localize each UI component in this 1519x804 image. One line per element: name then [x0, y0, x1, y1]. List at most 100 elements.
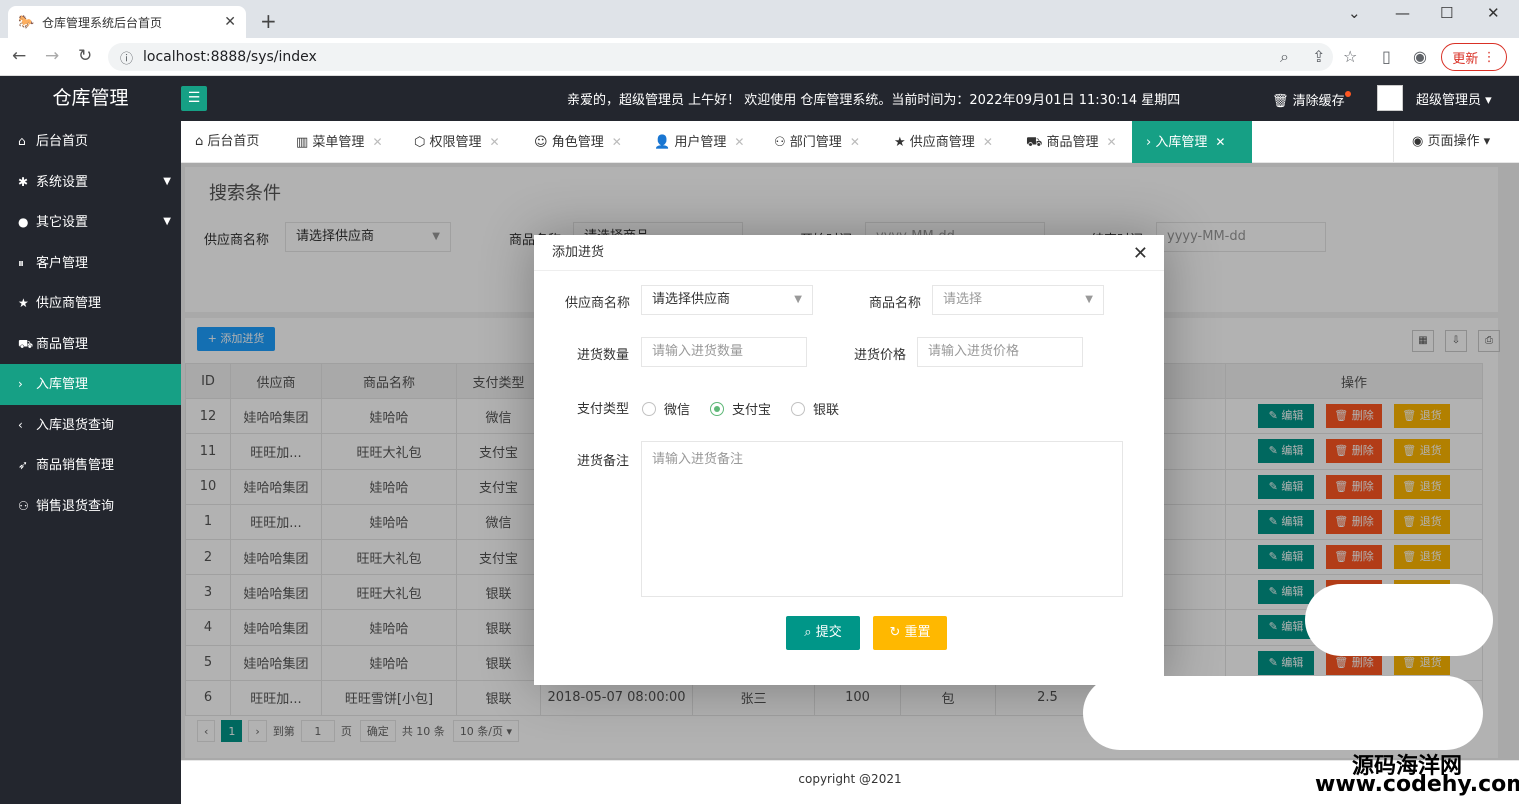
gear-icon: ✱ [18, 174, 29, 189]
tab-label: 用户管理 [674, 135, 727, 150]
send-icon: ➶ [18, 458, 29, 472]
sidebar-item-supplier[interactable]: ★ 供应商管理 [0, 283, 181, 324]
tab-close-icon[interactable]: ✕ [612, 135, 622, 149]
sidebar-item-label: 其它设置 [36, 215, 89, 230]
page-operations-menu[interactable]: ◉ 页面操作 ▾ [1393, 121, 1519, 163]
bookmark-star-icon[interactable]: ☆ [1343, 47, 1357, 66]
close-window-icon[interactable]: ✕ [1487, 4, 1500, 22]
app-header: 仓库管理 ☰ 亲爱的，超级管理员 上午好！ 欢迎使用 仓库管理系统。当前时间为：… [0, 76, 1519, 121]
tab-supplier[interactable]: ★ 供应商管理 ✕ [894, 121, 993, 163]
radio-label: 微信 [664, 403, 691, 418]
tab-dept[interactable]: ⚇ 部门管理 ✕ [774, 121, 860, 163]
pay-radio-unionpay[interactable]: 银联 [791, 399, 839, 418]
watermark-line2: www.codehy.com [1315, 772, 1519, 797]
sidebar-item-system[interactable]: ✱ 系统设置 ▼ [0, 162, 181, 203]
sidebar-item-inport[interactable]: › 入库管理 [0, 364, 181, 405]
tab-close-icon[interactable]: ✕ [372, 135, 382, 149]
submit-label: 提交 [815, 625, 842, 640]
circle-icon: ● [18, 215, 29, 229]
caret-down-icon: ▼ [163, 175, 171, 187]
sidebar-item-home[interactable]: ⌂ 后台首页 [0, 121, 181, 162]
tab-close-icon[interactable]: ✕ [734, 135, 744, 149]
tab-label: 部门管理 [789, 135, 842, 150]
tab-close-icon[interactable]: ✕ [1215, 135, 1225, 149]
tab-permission[interactable]: ⬡ 权限管理 ✕ [414, 121, 500, 163]
add-inport-dialog: 添加进货 ✕ 供应商名称 请选择供应商 ▼ 商品名称 请选择 ▼ 进货数量 请输入进… [534, 235, 1164, 685]
tab-home[interactable]: ⌂ 后台首页 [195, 121, 259, 163]
user-menu[interactable]: 超级管理员 ▾ [1416, 89, 1492, 108]
app-logo: 仓库管理 [52, 87, 129, 109]
chevron-down-icon: ▼ [794, 294, 802, 305]
user-icon: ⚇ [18, 498, 29, 513]
pay-radio-alipay[interactable]: 支付宝 [710, 399, 771, 418]
sidepanel-icon[interactable]: ▯ [1382, 47, 1391, 66]
sidebar-item-label: 入库管理 [36, 377, 89, 392]
close-tab-icon[interactable]: ✕ [224, 14, 236, 30]
remark-label: 进货备注 [577, 454, 630, 469]
sidebar-item-label: 客户管理 [36, 255, 89, 271]
sidebar-item-customer[interactable]: ⏸ 客户管理 [0, 243, 181, 284]
zoom-icon[interactable]: ⌕ [1280, 47, 1289, 67]
clear-cache-label: 清除缓存 [1292, 94, 1345, 109]
qty-input[interactable]: 请输入进货数量 [641, 337, 807, 367]
sidebar-item-other[interactable]: ● 其它设置 ▼ [0, 202, 181, 243]
radio-circle-checked [710, 401, 724, 416]
new-tab-icon[interactable]: + [260, 9, 277, 33]
avatar[interactable] [1377, 85, 1403, 111]
info-icon[interactable]: ⓘ [120, 48, 133, 67]
tab-role[interactable]: ☺ 角色管理 ✕ [534, 121, 622, 163]
tab-menu[interactable]: ▥ 菜单管理 ✕ [296, 121, 383, 163]
submit-button[interactable]: ⌕ 提交 [786, 616, 860, 650]
browser-tab-strip: 🐎 仓库管理系统后台首页 ✕ + ⌄ — ☐ ✕ [0, 0, 1519, 38]
tab-goods[interactable]: ⛟ 商品管理 ✕ [1026, 121, 1117, 163]
tab-label: 后台首页 [207, 134, 260, 149]
browser-tab[interactable]: 🐎 仓库管理系统后台首页 ✕ [8, 6, 246, 38]
supplier-label: 供应商名称 [565, 296, 631, 311]
menu-toggle-icon[interactable]: ☰ [181, 86, 207, 111]
tab-user[interactable]: 👤 用户管理 ✕ [654, 121, 744, 163]
tab-label: 入库管理 [1155, 135, 1208, 150]
sidebar-item-sales-return[interactable]: ⚇ 销售退货查询 [0, 486, 181, 527]
redaction-blob [1083, 676, 1483, 750]
url-text: localhost:8888/sys/index [143, 49, 317, 65]
sidebar-item-label: 商品销售管理 [36, 458, 115, 473]
tab-inport[interactable]: › 入库管理 ✕ [1132, 121, 1252, 163]
radio-label: 支付宝 [732, 403, 772, 418]
profile-icon[interactable]: ◉ [1413, 47, 1427, 66]
tab-label: 商品管理 [1046, 135, 1099, 150]
tab-label: 角色管理 [551, 135, 604, 150]
sidebar-item-sales[interactable]: ➶ 商品销售管理 [0, 445, 181, 486]
pay-radio-wechat[interactable]: 微信 [642, 399, 690, 418]
update-button[interactable]: 更新 ⋮ [1441, 43, 1507, 71]
goods-select[interactable]: 请选择 ▼ [932, 285, 1104, 315]
radio-circle [791, 401, 805, 416]
goods-placeholder: 请选择 [943, 292, 983, 307]
close-icon[interactable]: ✕ [1133, 243, 1148, 264]
dialog-title: 添加进货 [534, 235, 1164, 271]
tab-label: 菜单管理 [312, 135, 365, 150]
tab-close-icon[interactable]: ✕ [1107, 135, 1117, 149]
price-input[interactable]: 请输入进货价格 [917, 337, 1083, 367]
minimize-icon[interactable]: — [1395, 4, 1410, 22]
page-tab-bar: ⌂ 后台首页 ▥ 菜单管理 ✕ ⬡ 权限管理 ✕ ☺ 角色管理 ✕ 👤 用户管理 ✕ ⚇… [181, 121, 1519, 163]
remark-textarea[interactable]: 请输入进货备注 [641, 441, 1123, 597]
clear-cache-link[interactable]: 🗑 清除缓存 [1272, 90, 1345, 109]
sidebar-item-goods[interactable]: ⛟ 商品管理 [0, 324, 181, 365]
reload-icon[interactable]: ↻ [78, 46, 92, 66]
pause-icon: ⏸ [18, 255, 25, 270]
tab-close-icon[interactable]: ✕ [983, 135, 993, 149]
reset-button[interactable]: ↻ 重置 [873, 616, 947, 650]
supplier-select[interactable]: 请选择供应商 ▼ [641, 285, 813, 315]
forward-icon[interactable]: → [45, 46, 59, 66]
tab-close-icon[interactable]: ✕ [490, 135, 500, 149]
back-icon[interactable]: ← [12, 46, 26, 66]
maximize-icon[interactable]: ☐ [1440, 4, 1453, 22]
page-ops-label: 页面操作 [1427, 134, 1480, 149]
tab-search-icon[interactable]: ⌄ [1348, 4, 1361, 22]
share-icon[interactable]: ⇪ [1312, 47, 1325, 66]
redaction-blob [1305, 584, 1493, 656]
url-field[interactable]: ⓘ localhost:8888/sys/index [108, 43, 1333, 71]
chevron-right-icon: › [18, 377, 23, 391]
sidebar-item-inport-return[interactable]: ‹ 入库退货查询 [0, 405, 181, 446]
tab-close-icon[interactable]: ✕ [850, 135, 860, 149]
